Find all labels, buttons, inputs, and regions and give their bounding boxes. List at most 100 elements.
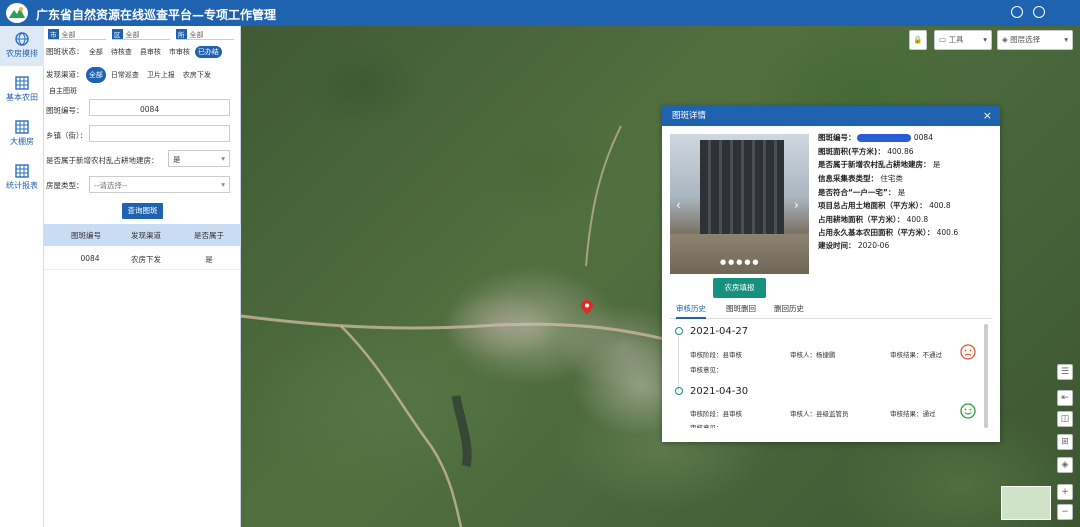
zoom-out-icon[interactable]: − [1057, 504, 1073, 520]
dialog-title: 图斑详情 [672, 111, 707, 121]
header-channel: 发现渠道 [131, 231, 161, 240]
info-label: 图斑编号： [818, 133, 856, 142]
power-icon[interactable] [1033, 6, 1045, 18]
district-select[interactable]: 区全部 [112, 29, 170, 40]
info-label: 建设时间： [818, 241, 856, 250]
sad-face-icon [960, 344, 976, 360]
app-root: 广东省自然资源在线巡查平台—专项工作管理 农房摸排 基本农田 大棚房 统计报表 … [0, 0, 1080, 527]
zoom-in-icon[interactable]: + [1057, 484, 1073, 500]
farmhouse-fill-button[interactable]: 农房填报 [713, 278, 766, 298]
top-bar: 广东省自然资源在线巡查平台—专项工作管理 [0, 0, 1080, 26]
info-value: 是 [930, 160, 941, 169]
city-select[interactable]: 市全部 [48, 29, 106, 40]
record-opinion: 审核意见： [690, 424, 723, 428]
town-input[interactable] [89, 125, 230, 142]
cell-channel: 农房下发 [131, 255, 161, 264]
record-stage: 审核阶段：县审核 [690, 351, 742, 359]
nav-label: 大棚房 [10, 137, 34, 146]
status-chip[interactable]: 待核查 [108, 46, 135, 58]
chevron-down-icon: ▾ [221, 180, 225, 189]
info-row: 项目总占用土地面积（平方米）： 400.8 [818, 200, 951, 211]
layer-dropdown[interactable]: ◈ 图层选择 ▾ [997, 30, 1073, 50]
info-label: 占用耕地面积（平方米）： [818, 215, 905, 224]
grid-icon [15, 76, 29, 90]
filter-panel: 市全部 区全部 所全部 ☰ 图斑状态： 全部待核查县审核市审核已办结 发现渠道：… [44, 26, 252, 527]
status-chip[interactable]: 市审核 [166, 46, 193, 58]
info-row: 信息采集表类型： 住宅类 [818, 173, 903, 184]
status-chip[interactable]: 全部 [86, 46, 106, 58]
info-row: 建设时间： 2020-06 [818, 240, 889, 251]
carousel-dots[interactable]: ●●●●● [720, 258, 761, 266]
query-button[interactable]: 查询图斑 [122, 203, 163, 219]
status-filter: 图斑状态： 全部 待核查 县审核 市审核 已办结 [46, 46, 236, 58]
table-row[interactable]: 0084 农房下发 是 [44, 248, 241, 270]
status-chip[interactable]: 已办结 [194, 46, 222, 58]
chevron-down-icon: ▾ [221, 154, 225, 163]
cell-farmland: 是 [205, 255, 213, 264]
detail-dialog: 图斑详情 × ‹ › ●●●●● 农房填报 图斑编号： 0084 图斑面积(平方米… [662, 106, 1000, 442]
channel-chip[interactable]: 自主图斑 [46, 83, 80, 99]
prev-arrow-icon[interactable]: ‹ [676, 198, 681, 212]
office-select[interactable]: 所全部 [176, 29, 234, 40]
chevron-down-icon: ▾ [1064, 35, 1068, 44]
next-arrow-icon[interactable]: › [794, 198, 799, 212]
header-code: 图斑编号 [71, 231, 101, 240]
tab-audit-history[interactable]: 审核历史 [676, 303, 706, 319]
status-chip[interactable]: 县审核 [137, 46, 164, 58]
house-type-select[interactable]: --请选择-- ▾ [89, 176, 230, 193]
info-row: 是否属于新增农村乱占耕地建房： 是 [818, 159, 940, 170]
record-auditor: 审核人：县级监管员 [790, 410, 849, 418]
tab-return-history[interactable]: 删回历史 [774, 303, 804, 314]
info-value: 2020-06 [855, 241, 890, 250]
record-auditor: 审核人：杨捷鹏 [790, 351, 836, 359]
app-title: 广东省自然资源在线巡查平台—专项工作管理 [36, 8, 277, 22]
record-stage: 审核阶段：县审核 [690, 410, 742, 418]
lock-icon[interactable]: 🔒 [909, 30, 927, 50]
info-value: 400.6 [934, 228, 959, 237]
record-date: 2021-04-30 [690, 386, 749, 397]
channel-chip[interactable]: 农房下发 [180, 67, 214, 83]
info-label: 信息采集表类型： [818, 174, 878, 183]
info-value: 住宅类 [878, 174, 903, 183]
channel-filter: 发现渠道： 全部 日常巡查 卫片上报 农房下发自主图斑 [46, 67, 236, 99]
map-marker-icon[interactable] [581, 300, 593, 314]
info-value: 400.8 [926, 201, 951, 210]
code-input[interactable]: 0084 [89, 99, 230, 116]
scrollbar[interactable] [984, 324, 988, 428]
info-label: 是否符合“一户一宅”： [818, 188, 896, 197]
channel-chip[interactable]: 卫片上报 [144, 67, 178, 83]
grid-view-icon[interactable]: ⊞ [1057, 434, 1073, 450]
list-icon[interactable]: ☰ [1057, 364, 1073, 380]
tool-dropdown[interactable]: ▭ 工具 ▾ [934, 30, 992, 50]
info-label: 占用永久基本农田面积（平方米）： [818, 228, 935, 237]
layers-icon: ◈ [1002, 35, 1011, 44]
cell-code: 0084 [80, 254, 100, 263]
farmland-select[interactable]: 是 ▾ [168, 150, 230, 167]
nav-item-statistics[interactable]: 统计报表 [0, 158, 44, 198]
info-row: 是否符合“一户一宅”： 是 [818, 187, 905, 198]
nav-item-farmhouse[interactable]: 农房摸排 [0, 26, 44, 66]
channel-chip[interactable]: 全部 [85, 67, 106, 83]
info-label: 图斑面积(平方米)： [818, 147, 885, 156]
nav-label: 统计报表 [6, 181, 38, 190]
layers-icon[interactable]: ◈ [1057, 457, 1073, 473]
info-value: 400.86 [884, 147, 914, 156]
tab-return[interactable]: 图斑删回 [726, 303, 756, 314]
nav-item-farmland[interactable]: 基本农田 [0, 70, 44, 110]
info-row: 占用耕地面积（平方米）： 400.8 [818, 214, 928, 225]
split-icon[interactable]: ◫ [1057, 411, 1073, 427]
status-chips: 全部 待核查 县审核 市审核 已办结 [86, 46, 224, 58]
table-header: 图斑编号 发现渠道 是否属于 [44, 224, 241, 246]
record-result: 审核结果：通过 [890, 410, 936, 418]
record-opinion: 审核意见： [690, 366, 723, 374]
grid-icon [15, 164, 29, 178]
overview-map[interactable] [1001, 486, 1051, 520]
nav-item-greenhouse[interactable]: 大棚房 [0, 114, 44, 154]
info-icon[interactable] [1011, 6, 1023, 18]
channel-chip[interactable]: 日常巡查 [108, 67, 142, 83]
building-photo: ‹ › ●●●●● [670, 134, 809, 274]
measure-icon[interactable]: ⇤ [1057, 390, 1073, 406]
dialog-tabs: 审核历史 图斑删回 删回历史 [670, 303, 992, 319]
close-icon[interactable]: × [983, 106, 992, 126]
timeline-dot [675, 387, 683, 395]
